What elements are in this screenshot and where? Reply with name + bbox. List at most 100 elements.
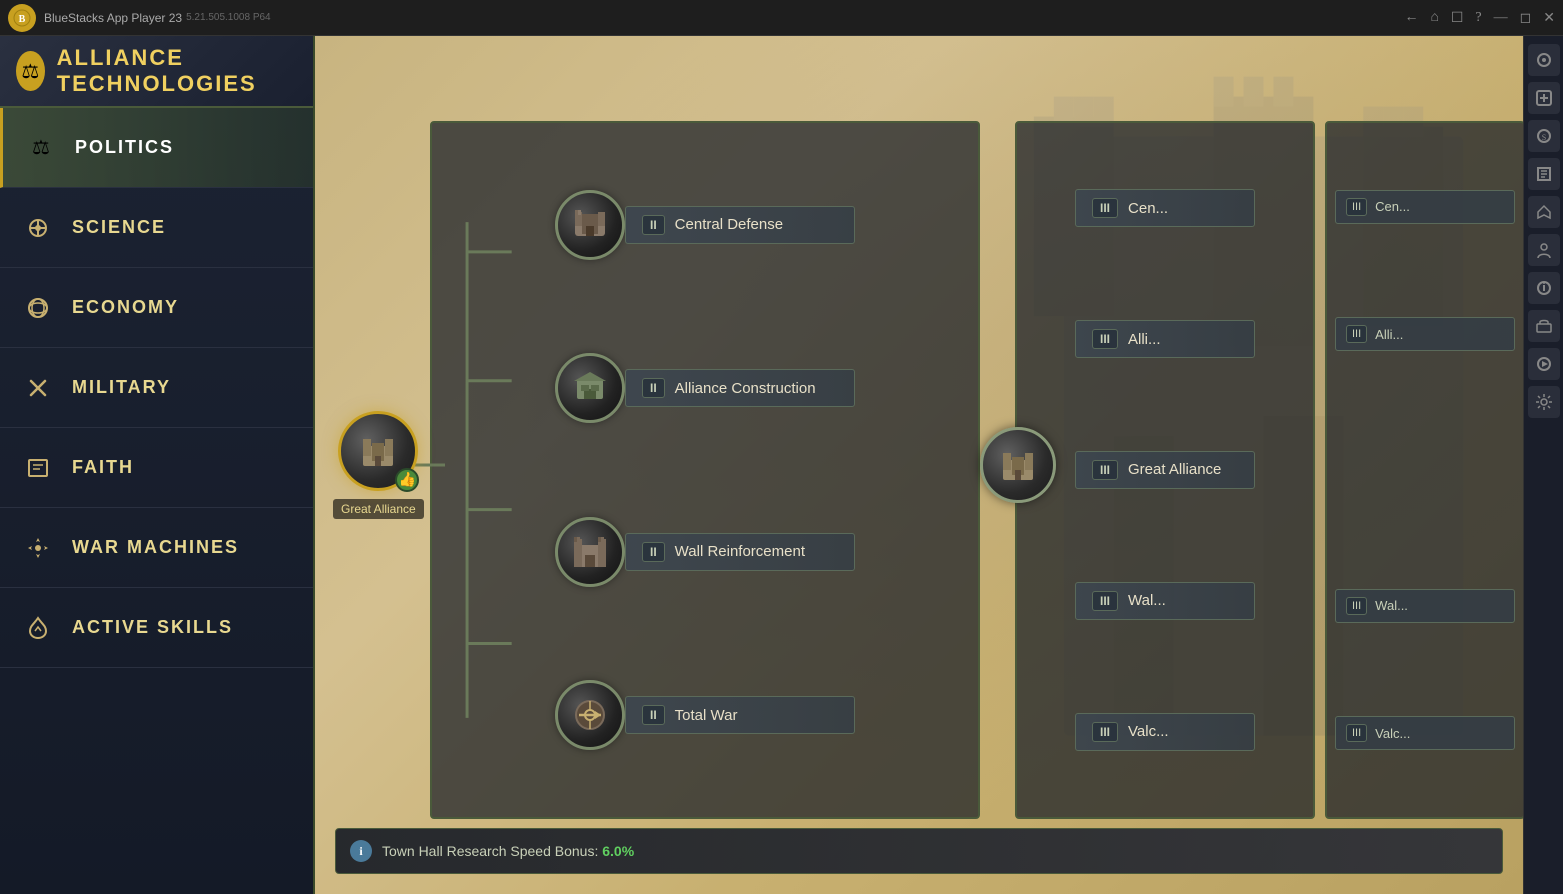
tech-row-alliance-construction: II Alliance Construction [442,353,968,423]
page-title: ALLIANCE TECHNOLOGIES [57,45,297,97]
active-skills-label: ACTIVE SKILLS [72,617,233,638]
tier3-row-alliance: III Alli... [1027,320,1303,358]
sidebar-item-war-machines[interactable]: WAR MACHINES [0,508,313,588]
info-bar: i Town Hall Research Speed Bonus: 6.0% [335,828,1503,874]
far-valc-label: III Valc... [1335,716,1515,750]
root-node: 👍 Great Alliance [333,411,424,519]
sidebar-item-military[interactable]: MILITARY [0,348,313,428]
military-label: MILITARY [72,377,171,398]
titlebar: B BlueStacks App Player 23 5.21.505.1008… [0,0,1563,36]
tier3-items: III Cen... III Alli... III Great [1017,123,1313,817]
tech-panel-tier2: II Central Defense [430,121,980,819]
tech-panel-far-right: III Cen... III Alli... III Wal... III V [1325,121,1525,819]
sidebar-item-economy[interactable]: ECONOMY [0,268,313,348]
rs-icon-4[interactable] [1528,158,1560,190]
rs-icon-9[interactable] [1528,348,1560,380]
thumbs-up-badge: 👍 [395,468,419,492]
svg-text:S: S [1541,133,1545,142]
sidebar: ⚖ ALLIANCE TECHNOLOGIES ⚖ POLITICS SCIEN… [0,36,315,894]
tech-panel-tier3: III Cen... III Alli... III Great [1015,121,1315,819]
tier3-row-valc: III Valc... [1027,713,1303,751]
wall-reinforcement-level: II [642,542,665,562]
wall-reinforcement-label: II Wall Reinforcement [625,533,855,571]
sidebar-item-science[interactable]: SCIENCE [0,188,313,268]
science-icon [20,210,56,246]
tier3-central-label: III Cen... [1075,189,1255,227]
economy-label: ECONOMY [72,297,179,318]
science-label: SCIENCE [72,217,166,238]
tier3-row-wall: III Wal... [1027,582,1303,620]
sidebar-item-politics[interactable]: ⚖ POLITICS [0,108,313,188]
right-sidebar: S [1523,36,1563,894]
info-text: Town Hall Research Speed Bonus: 6.0% [382,843,634,859]
alliance-construction-level: II [642,378,665,398]
alliance-construction-circle[interactable] [555,353,625,423]
sidebar-nav: ⚖ POLITICS SCIENCE ECONOMY MILITARY [0,108,313,894]
rs-icon-8[interactable] [1528,310,1560,342]
politics-label: POLITICS [75,137,174,158]
far-right-items: III Cen... III Alli... III Wal... III V [1327,123,1523,817]
window-controls[interactable]: ← ⌂ ☐ ? ― ◻ ✕ [1404,0,1555,36]
rs-icon-3[interactable]: S [1528,120,1560,152]
total-war-circle[interactable] [555,680,625,750]
svg-text:B: B [19,14,26,25]
game-area: 👍 Great Alliance [315,36,1563,894]
alliance-construction-label: II Alliance Construction [625,369,855,407]
tier3-alliance-label: III Alli... [1075,320,1255,358]
great-alliance-node[interactable]: 👍 [338,411,418,491]
total-war-level: II [642,705,665,725]
central-defense-level: II [642,215,665,235]
far-central-label: III Cen... [1335,190,1515,224]
wall-reinforcement-circle[interactable] [555,517,625,587]
info-value: 6.0% [602,843,634,859]
root-node-label: Great Alliance [333,499,424,519]
minimize-button[interactable]: ― [1494,10,1508,26]
rs-icon-7[interactable] [1528,272,1560,304]
home-button[interactable]: ⌂ [1430,10,1438,26]
total-war-label: II Total War [625,696,855,734]
rs-icon-5[interactable] [1528,196,1560,228]
rs-icon-2[interactable] [1528,82,1560,114]
main-container: ⚖ ALLIANCE TECHNOLOGIES ⚖ POLITICS SCIEN… [0,36,1563,894]
politics-icon: ⚖ [23,130,59,166]
active-skills-icon [20,610,56,646]
military-icon [20,370,56,406]
tech-items-list: II Central Defense [432,123,978,817]
close-button[interactable]: ✕ [1543,10,1555,27]
restore-button[interactable]: ◻ [1520,10,1532,27]
app-version: 5.21.505.1008 P64 [186,12,271,23]
great-alliance-tier3-node [980,427,1056,503]
tech-row-central-defense: II Central Defense [442,190,968,260]
far-alli-label: III Alli... [1335,317,1515,351]
war-machines-label: WAR MACHINES [72,537,239,558]
app-name: BlueStacks App Player 23 [44,11,182,25]
help-button[interactable]: ? [1475,10,1481,26]
sidebar-item-active-skills[interactable]: ACTIVE SKILLS [0,588,313,668]
header-icon: ⚖ [16,51,45,91]
tech-tree-container: 👍 Great Alliance [315,36,1523,894]
info-icon: i [350,840,372,862]
economy-icon [20,290,56,326]
central-defense-circle[interactable] [555,190,625,260]
rs-icon-6[interactable] [1528,234,1560,266]
recent-button[interactable]: ☐ [1451,10,1464,27]
tier3-wall-label: III Wal... [1075,582,1255,620]
rs-icon-1[interactable] [1528,44,1560,76]
tech-row-wall-reinforcement: II Wall Reinforcement [442,517,968,587]
back-button[interactable]: ← [1404,10,1418,26]
tier3-great-alliance-label: III Great Alliance [1075,451,1255,489]
faith-label: FAITH [72,457,134,478]
sidebar-item-faith[interactable]: FAITH [0,428,313,508]
sidebar-header: ⚖ ALLIANCE TECHNOLOGIES [0,36,313,108]
app-logo: B [8,4,36,32]
great-alliance-3-circle[interactable] [980,427,1056,503]
central-defense-label: II Central Defense [625,206,855,244]
rs-icon-settings[interactable] [1528,386,1560,418]
tier3-row-central: III Cen... [1027,189,1303,227]
far-wal-label: III Wal... [1335,589,1515,623]
tech-row-total-war: II Total War [442,680,968,750]
faith-icon [20,450,56,486]
tier3-row-great-alliance: III Great Alliance [1027,451,1303,489]
tier3-valc-label: III Valc... [1075,713,1255,751]
war-machines-icon [20,530,56,566]
